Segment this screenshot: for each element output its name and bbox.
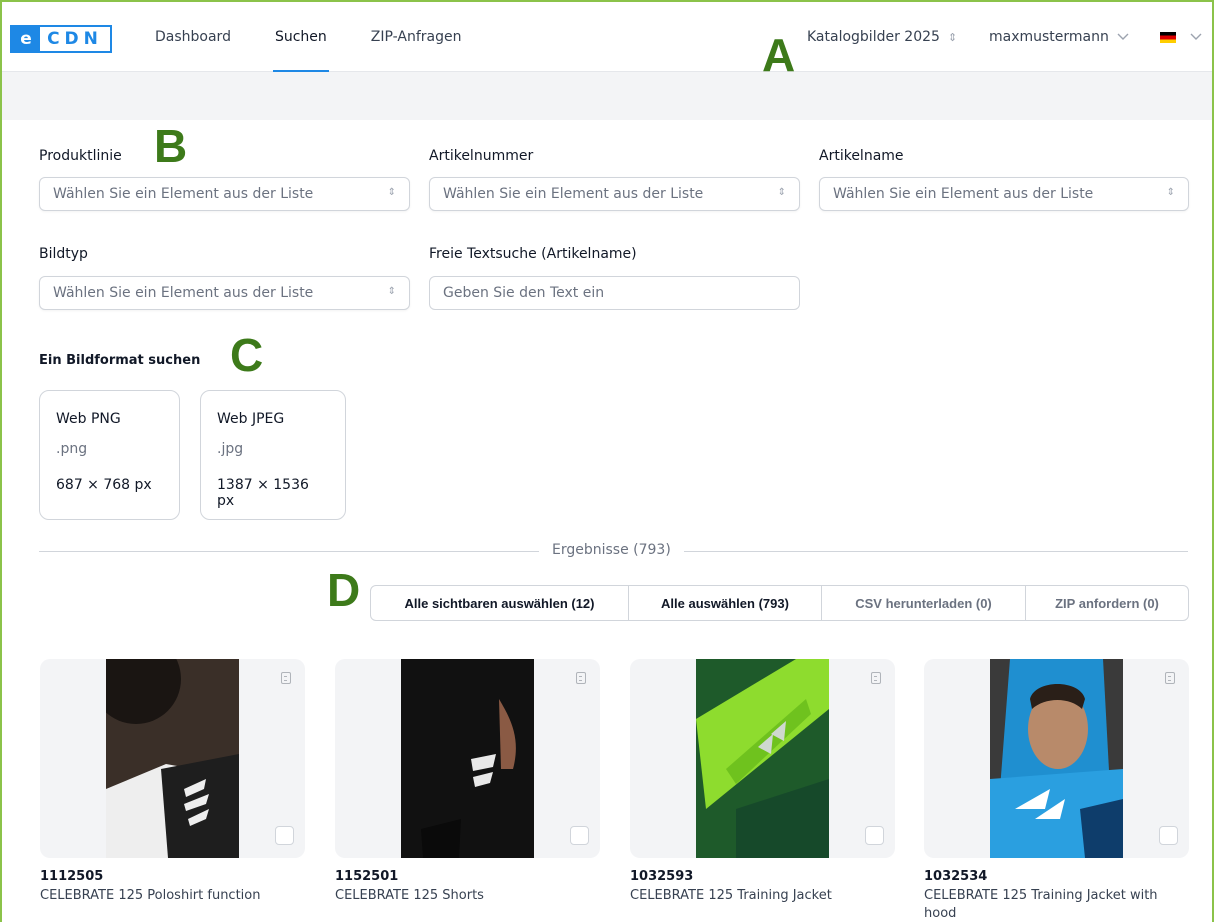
produktlinie-label: Produktlinie — [39, 148, 122, 164]
freitext-label: Freie Textsuche (Artikelname) — [429, 246, 637, 262]
nav-suchen[interactable]: Suchen — [272, 2, 329, 72]
product-photo-poloshirt — [106, 659, 239, 858]
format-card-web-jpeg[interactable]: Web JPEG .jpg 1387 × 1536 px — [200, 390, 346, 520]
nav-zip-anfragen[interactable]: ZIP-Anfragen — [371, 2, 462, 72]
chevron-down-icon — [1117, 33, 1129, 40]
product-photo-shorts — [401, 659, 534, 858]
product-thumbnail[interactable] — [40, 659, 305, 858]
select-all-button[interactable]: Alle auswählen (793) — [629, 586, 822, 620]
format-name: Web PNG — [56, 411, 121, 427]
product-photo-hooded-jacket — [990, 659, 1123, 858]
product-thumbnail[interactable] — [924, 659, 1189, 858]
product-card[interactable]: 1032593 CELEBRATE 125 Training Jacket — [630, 659, 895, 905]
logo-cdn: CDN — [47, 29, 103, 49]
up-down-chevron-icon: ⇕ — [387, 286, 396, 297]
format-extension: .jpg — [217, 441, 244, 457]
product-card[interactable]: 1032534 CELEBRATE 125 Training Jacket wi… — [924, 659, 1189, 922]
freitext-search-input[interactable] — [429, 276, 800, 310]
product-name: CELEBRATE 125 Poloshirt function — [40, 888, 261, 903]
product-number: 1032534 — [924, 869, 988, 884]
csv-download-button[interactable]: CSV herunterladen (0) — [822, 586, 1026, 620]
product-photo-training-jacket — [696, 659, 829, 858]
logo-e: e — [12, 27, 40, 51]
zip-request-button[interactable]: ZIP anfordern (0) — [1026, 586, 1188, 620]
clipboard-icon[interactable] — [1165, 672, 1175, 684]
annotation-marker-d: D — [327, 564, 361, 616]
product-select-checkbox[interactable] — [570, 826, 589, 845]
product-select-checkbox[interactable] — [1159, 826, 1178, 845]
product-name: CELEBRATE 125 Shorts — [335, 888, 484, 903]
main-nav: Dashboard Suchen ZIP-Anfragen — [155, 2, 505, 72]
annotation-marker-c: C — [230, 329, 264, 381]
format-section-title: Ein Bildformat suchen — [39, 353, 201, 368]
product-number: 1032593 — [630, 869, 694, 884]
user-menu[interactable]: maxmustermann — [989, 2, 1129, 72]
up-down-chevron-icon: ⇕ — [947, 30, 958, 44]
top-navigation-bar: e CDN Dashboard Suchen ZIP-Anfragen Kata… — [2, 2, 1212, 72]
ecdn-logo[interactable]: e CDN — [10, 25, 112, 53]
select-visible-button[interactable]: Alle sichtbaren auswählen (12) — [371, 586, 629, 620]
artikelnummer-select-value: Wählen Sie ein Element aus der Liste — [443, 186, 704, 202]
format-dimensions: 1387 × 1536 px — [217, 477, 309, 509]
produktlinie-select[interactable]: Wählen Sie ein Element aus der Liste ⇕ — [39, 177, 410, 211]
chevron-down-icon — [1190, 33, 1202, 40]
format-dimensions: 687 × 768 px — [56, 477, 152, 493]
artikelnummer-label: Artikelnummer — [429, 148, 534, 164]
product-select-checkbox[interactable] — [275, 826, 294, 845]
annotation-marker-b: B — [154, 120, 188, 172]
format-name: Web JPEG — [217, 411, 285, 427]
product-thumbnail[interactable] — [335, 659, 600, 858]
results-count: Ergebnisse (793) — [539, 542, 684, 558]
product-number: 1152501 — [335, 869, 399, 884]
artikelnummer-select[interactable]: Wählen Sie ein Element aus der Liste ⇕ — [429, 177, 800, 211]
product-thumbnail[interactable] — [630, 659, 895, 858]
produktlinie-select-value: Wählen Sie ein Element aus der Liste — [53, 186, 314, 202]
up-down-chevron-icon: ⇕ — [387, 187, 396, 198]
nav-dashboard[interactable]: Dashboard — [155, 2, 231, 72]
product-name: CELEBRATE 125 Training Jacket with hood — [924, 888, 1158, 921]
bildtyp-select[interactable]: Wählen Sie ein Element aus der Liste ⇕ — [39, 276, 410, 310]
clipboard-icon[interactable] — [576, 672, 586, 684]
bildtyp-label: Bildtyp — [39, 246, 88, 262]
product-card[interactable]: 1112505 CELEBRATE 125 Poloshirt function — [40, 659, 305, 905]
product-card[interactable]: 1152501 CELEBRATE 125 Shorts — [335, 659, 600, 905]
product-number: 1112505 — [40, 869, 104, 884]
clipboard-icon[interactable] — [281, 672, 291, 684]
app-window: e CDN Dashboard Suchen ZIP-Anfragen Kata… — [0, 0, 1214, 922]
header-spacer-band — [2, 72, 1212, 120]
bildtyp-select-value: Wählen Sie ein Element aus der Liste — [53, 285, 314, 301]
product-name: CELEBRATE 125 Training Jacket — [630, 888, 832, 903]
artikelname-select[interactable]: Wählen Sie ein Element aus der Liste ⇕ — [819, 177, 1189, 211]
flag-germany-icon — [1160, 31, 1176, 43]
up-down-chevron-icon: ⇕ — [777, 187, 786, 198]
format-card-web-png[interactable]: Web PNG .png 687 × 768 px — [39, 390, 180, 520]
up-down-chevron-icon: ⇕ — [1166, 187, 1175, 198]
results-action-group: Alle sichtbaren auswählen (12) Alle ausw… — [370, 585, 1189, 621]
catalog-selector-label: Katalogbilder 2025 — [807, 29, 940, 45]
clipboard-icon[interactable] — [871, 672, 881, 684]
user-name: maxmustermann — [989, 29, 1109, 45]
artikelname-label: Artikelname — [819, 148, 904, 164]
format-extension: .png — [56, 441, 88, 457]
artikelname-select-value: Wählen Sie ein Element aus der Liste — [833, 186, 1094, 202]
product-select-checkbox[interactable] — [865, 826, 884, 845]
language-selector[interactable] — [1160, 2, 1202, 72]
catalog-selector[interactable]: Katalogbilder 2025 ⇕ — [807, 2, 957, 72]
